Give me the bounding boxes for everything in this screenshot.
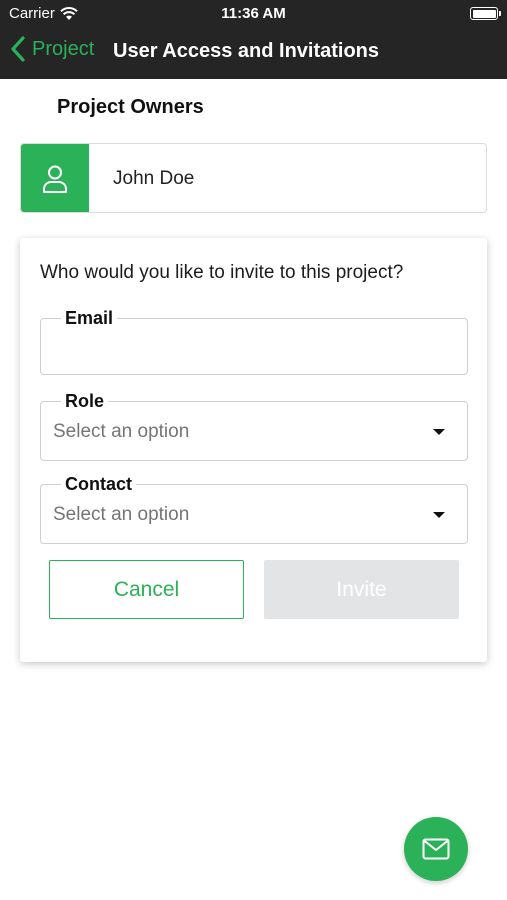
invite-question: Who would you like to invite to this pro… <box>40 262 404 283</box>
page-title: User Access and Invitations <box>113 40 380 62</box>
owner-name: John Doe <box>113 168 195 189</box>
role-label: Role <box>61 391 109 412</box>
email-label: Email <box>61 308 118 329</box>
status-time: 11:36 AM <box>221 5 286 22</box>
back-button[interactable]: Project <box>10 36 94 62</box>
nav-bar: Project User Access and Invitations <box>0 28 507 79</box>
invite-card: Who would you like to invite to this pro… <box>20 238 487 662</box>
chevron-left-icon <box>11 36 25 62</box>
contact-value: Select an option <box>53 504 190 525</box>
top-bar: Carrier 11:36 AM Project User Access and… <box>0 0 507 79</box>
invite-button[interactable]: Invite <box>264 560 459 619</box>
role-value: Select an option <box>53 421 190 442</box>
back-label: Project <box>32 37 95 60</box>
owners-section-title: Project Owners <box>57 96 204 118</box>
role-select[interactable]: Role Select an option <box>40 391 468 461</box>
cancel-button[interactable]: Cancel <box>49 560 244 619</box>
mail-icon <box>422 838 450 860</box>
contact-label: Contact <box>61 474 136 495</box>
email-field[interactable]: Email <box>40 308 468 375</box>
send-invite-fab[interactable] <box>404 817 468 881</box>
screen: Carrier 11:36 AM Project User Access and… <box>0 0 507 900</box>
avatar <box>21 144 89 212</box>
caret-down-icon <box>433 512 445 518</box>
contact-select[interactable]: Contact Select an option <box>40 474 468 544</box>
status-bar: Carrier 11:36 AM <box>0 0 507 28</box>
email-input[interactable] <box>53 333 455 361</box>
user-icon <box>43 165 67 193</box>
battery-icon <box>470 7 501 20</box>
caret-down-icon <box>433 429 445 435</box>
owner-card[interactable]: John Doe <box>20 143 487 213</box>
